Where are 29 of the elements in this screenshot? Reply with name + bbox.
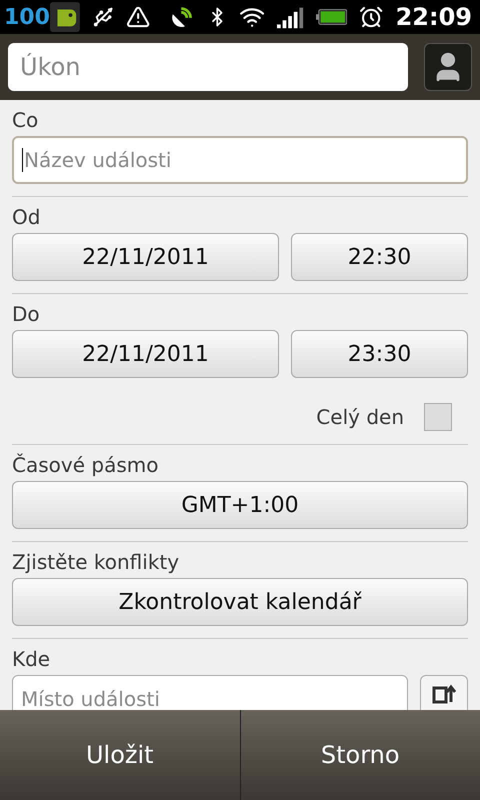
field-label: Do bbox=[12, 302, 40, 326]
field-label: Časové pásmo bbox=[12, 453, 158, 477]
search-field[interactable]: Úkon bbox=[8, 43, 408, 91]
clock: 22:09 bbox=[396, 2, 473, 33]
all-day-checkbox[interactable] bbox=[424, 403, 452, 431]
date-button[interactable]: 22/11/2011 bbox=[12, 233, 279, 281]
time-button[interactable]: 23:30 bbox=[291, 330, 468, 378]
bar-button[interactable]: Storno bbox=[240, 710, 480, 800]
field-label: Co bbox=[12, 108, 38, 132]
location-field[interactable]: Místo události bbox=[12, 675, 408, 710]
warning-icon bbox=[126, 4, 150, 30]
signal-icon bbox=[277, 5, 304, 29]
usb-icon bbox=[92, 5, 114, 29]
battery-icon bbox=[316, 8, 348, 26]
map-button[interactable] bbox=[420, 675, 468, 710]
timezone-button[interactable]: GMT+1:00 bbox=[12, 481, 468, 529]
contact-button[interactable] bbox=[424, 43, 472, 91]
all-day-label: Celý den bbox=[316, 404, 404, 431]
field-label: Kde bbox=[12, 647, 50, 671]
field-label: Od bbox=[12, 205, 40, 229]
alarm-icon bbox=[359, 4, 384, 30]
satellite-dish-icon bbox=[170, 4, 195, 30]
check-calendar-button[interactable]: Zkontrolovat kalendář bbox=[12, 578, 468, 626]
bar-button[interactable]: Uložit bbox=[0, 710, 240, 800]
field-label: Zjistěte konflikty bbox=[12, 550, 180, 574]
date-button[interactable]: 22/11/2011 bbox=[12, 330, 279, 378]
time-button[interactable]: 22:30 bbox=[291, 233, 468, 281]
app-notification-icon bbox=[50, 1, 80, 33]
battery-percent: 100 bbox=[4, 4, 50, 32]
